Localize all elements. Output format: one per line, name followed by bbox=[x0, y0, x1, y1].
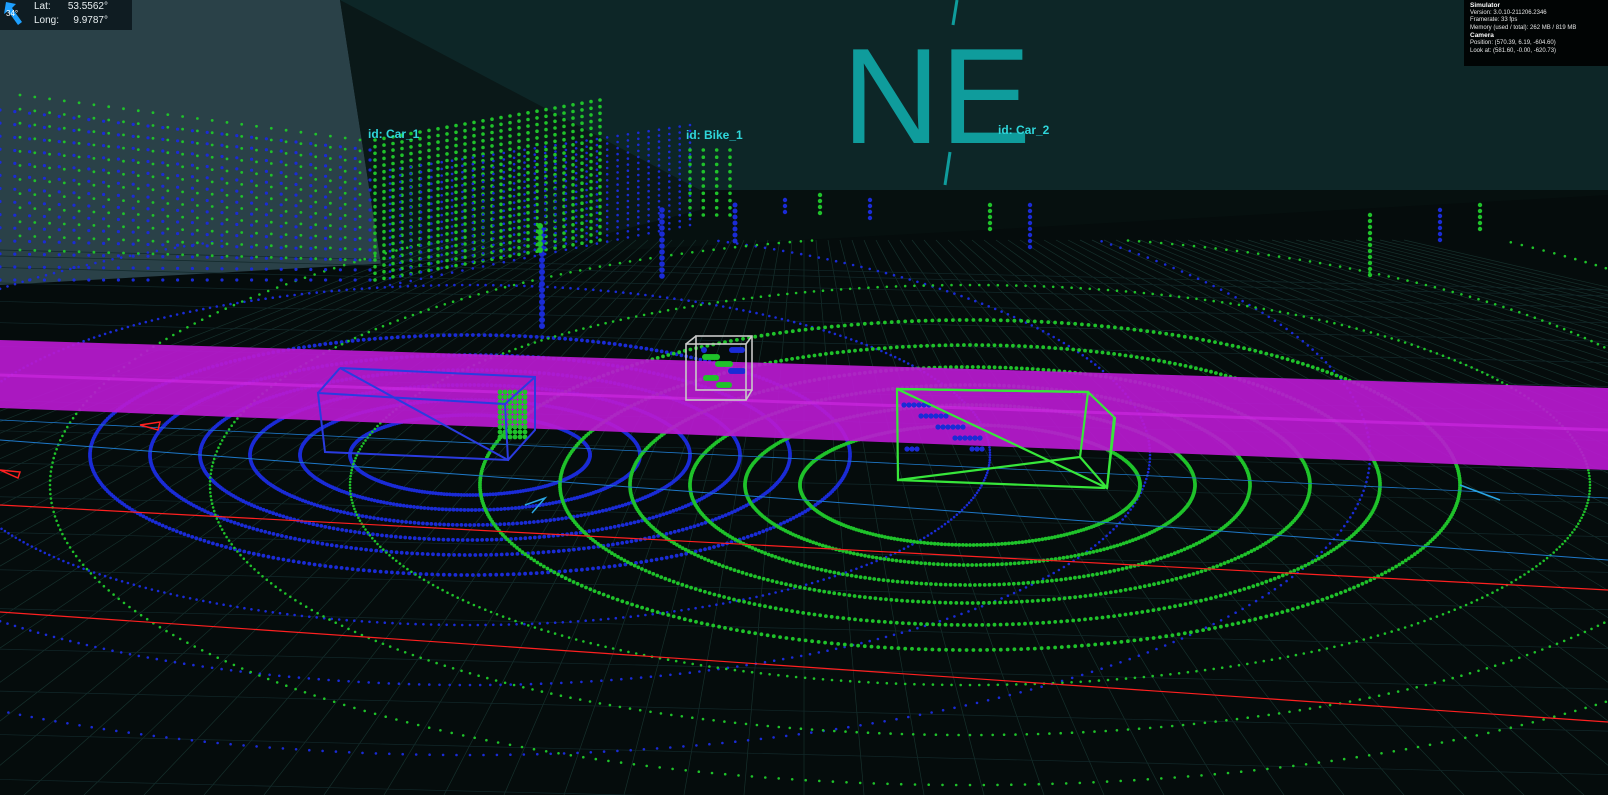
longitude-value: 9.9787° bbox=[73, 15, 108, 26]
scene-canvas[interactable]: NE bbox=[0, 0, 1608, 795]
memory-text: Memory (used / total): 262 MB / 819 MB bbox=[1470, 24, 1577, 31]
compass-heading-label: NE bbox=[842, 20, 1031, 172]
simulator-title: Simulator bbox=[1470, 2, 1500, 9]
latitude-value: 53.5562° bbox=[67, 1, 108, 12]
simulator-info-panel: Simulator Version: 3.0.10-211206.2346 Fr… bbox=[1464, 0, 1608, 66]
framerate-text: Framerate: 33 fps bbox=[1470, 17, 1518, 24]
object-label-car-1: id: Car_1 bbox=[368, 127, 420, 141]
camera-position-text: Position: (570.39, 6.19, -604.60) bbox=[1470, 39, 1556, 46]
object-label-car-2: id: Car_2 bbox=[998, 123, 1050, 137]
latitude-label: Lat: bbox=[34, 1, 51, 12]
lidar-3d-viewport[interactable]: NE id: Car_1 id: Bike_1 id: Car_2 34° La… bbox=[0, 0, 1608, 795]
longitude-row: Long: 9.9787° bbox=[34, 15, 108, 27]
heading-value: 34° bbox=[6, 9, 19, 18]
latitude-row: Lat: 53.5562° bbox=[34, 1, 108, 13]
coordinates-panel: 34° Lat: 53.5562° Long: 9.9787° bbox=[0, 0, 132, 30]
version-text: Version: 3.0.10-211206.2346 bbox=[1470, 9, 1547, 16]
object-label-bike-1: id: Bike_1 bbox=[686, 128, 743, 142]
camera-lookat-text: Look at: (581.60, -0.00, -620.73) bbox=[1470, 47, 1557, 54]
longitude-label: Long: bbox=[34, 15, 60, 26]
camera-title: Camera bbox=[1470, 32, 1494, 40]
